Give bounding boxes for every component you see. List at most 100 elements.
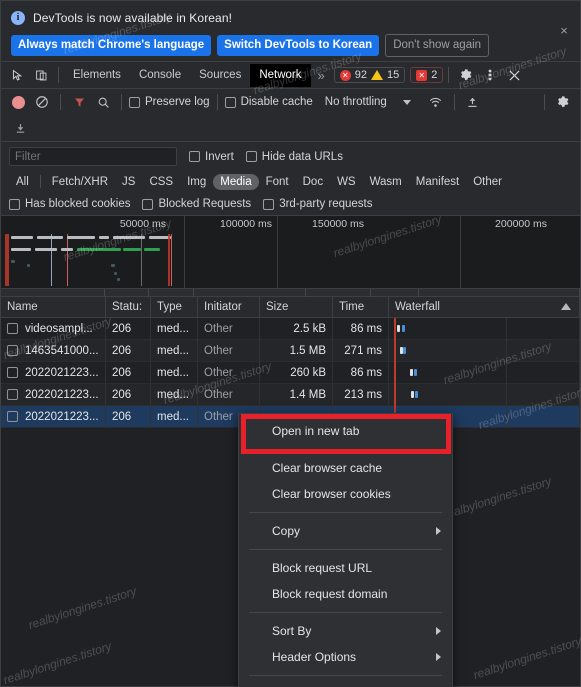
- filter-type-all[interactable]: All: [9, 174, 36, 190]
- cell-time: 271 ms: [333, 339, 389, 362]
- inspect-element-icon[interactable]: [5, 64, 29, 86]
- table-row[interactable]: videosampl... 206 med... Other 2.5 kB 86…: [1, 317, 580, 340]
- tab-elements[interactable]: Elements: [64, 64, 130, 87]
- tab-network[interactable]: Network: [250, 63, 311, 87]
- request-name: 1463541000...: [25, 344, 99, 357]
- column-header-time[interactable]: Time: [333, 296, 389, 318]
- menu-item-copy[interactable]: Copy: [239, 518, 452, 544]
- filter-type-js[interactable]: JS: [115, 174, 142, 190]
- cell-size: 260 kB: [260, 361, 333, 384]
- has-blocked-cookies-checkbox[interactable]: Has blocked cookies: [9, 198, 130, 210]
- checkbox-box: [263, 198, 275, 210]
- chevron-right-icon: [436, 527, 441, 535]
- menu-item-clear-browser-cache[interactable]: Clear browser cache: [239, 455, 452, 481]
- filter-type-img[interactable]: Img: [180, 174, 213, 190]
- network-settings-gear-icon[interactable]: [552, 92, 574, 112]
- menu-item-block-request-domain[interactable]: Block request domain: [239, 581, 452, 607]
- filter-type-fetch-xhr[interactable]: Fetch/XHR: [45, 174, 115, 190]
- close-devtools-icon[interactable]: [502, 64, 526, 86]
- checkbox-box: [129, 96, 140, 108]
- import-har-icon[interactable]: [462, 92, 484, 112]
- column-header-name[interactable]: Name: [1, 296, 106, 318]
- hide-data-urls-checkbox[interactable]: Hide data URLs: [245, 151, 343, 163]
- chevron-down-icon[interactable]: [402, 99, 411, 105]
- overview-scrollbar[interactable]: [1, 288, 580, 297]
- record-button[interactable]: [7, 92, 29, 112]
- blocked-requests-label: Blocked Requests: [158, 198, 252, 210]
- menu-item-open-in-new-tab[interactable]: Open in new tab: [239, 418, 452, 444]
- infobar-message-row: i DevTools is now available in Korean!: [11, 8, 570, 28]
- filter-funnel-icon[interactable]: [68, 92, 90, 112]
- filter-type-font[interactable]: Font: [259, 174, 296, 190]
- column-header-waterfall[interactable]: Waterfall: [389, 296, 580, 318]
- third-party-requests-checkbox[interactable]: 3rd-party requests: [263, 198, 373, 210]
- row-checkbox[interactable]: [7, 323, 18, 334]
- request-name: 2022021223...: [25, 388, 99, 401]
- menu-item-header-options[interactable]: Header Options: [239, 644, 452, 670]
- more-options-icon[interactable]: [478, 64, 502, 86]
- disable-cache-checkbox[interactable]: Disable cache: [224, 96, 313, 108]
- row-checkbox[interactable]: [7, 367, 18, 378]
- row-checkbox[interactable]: [7, 411, 18, 422]
- invert-label: Invert: [205, 150, 234, 163]
- console-counters[interactable]: ✕ 92 15: [333, 67, 406, 83]
- gear-icon[interactable]: [454, 64, 478, 86]
- checkbox-box: [9, 198, 20, 210]
- infobar-message: DevTools is now available in Korean!: [33, 11, 233, 25]
- menu-item-block-request-url[interactable]: Block request URL: [239, 555, 452, 581]
- column-header-status[interactable]: Statu:: [106, 296, 151, 318]
- network-toolbar-secondary: [1, 115, 580, 141]
- filter-type-css[interactable]: CSS: [142, 174, 180, 190]
- column-header-initiator[interactable]: Initiator: [198, 296, 260, 318]
- switch-devtools-language-button[interactable]: Switch DevTools to Korean: [217, 35, 380, 56]
- checkbox-box: [224, 96, 236, 108]
- toolbar-divider-7: [544, 94, 545, 110]
- throttling-select[interactable]: No throttling: [325, 96, 387, 108]
- filter-type-media[interactable]: Media: [213, 173, 259, 190]
- table-row[interactable]: 2022021223... 206 med... Other 260 kB 86…: [1, 361, 580, 384]
- export-har-icon[interactable]: [9, 118, 31, 138]
- filter-type-wasm[interactable]: Wasm: [363, 174, 409, 190]
- checkbox-box: [189, 151, 200, 162]
- menu-item-save-all-as-har[interactable]: Save all as HAR with content: [239, 681, 452, 687]
- overview-timeline[interactable]: 50000 ms 100000 ms 150000 ms 200000 ms: [1, 216, 580, 288]
- issues-counter[interactable]: ✕ 2: [410, 67, 444, 83]
- filter-type-doc[interactable]: Doc: [296, 174, 330, 190]
- row-checkbox[interactable]: [7, 389, 18, 400]
- filter-type-ws[interactable]: WS: [330, 174, 363, 190]
- menu-separator: [249, 512, 442, 513]
- cell-size: 1.4 MB: [260, 383, 333, 406]
- dont-show-again-button[interactable]: Don't show again: [385, 34, 490, 57]
- menu-item-sort-by[interactable]: Sort By: [239, 618, 452, 644]
- infobar-button-row: Always match Chrome's language Switch De…: [11, 34, 570, 57]
- more-tabs-icon[interactable]: »: [311, 66, 332, 85]
- search-icon[interactable]: [92, 92, 114, 112]
- invert-checkbox[interactable]: Invert: [189, 151, 234, 163]
- menu-item-clear-browser-cookies[interactable]: Clear browser cookies: [239, 481, 452, 507]
- column-header-type[interactable]: Type: [151, 296, 198, 318]
- network-requests-table: Name Statu: Type Initiator Size Time Wat…: [1, 296, 580, 428]
- table-row[interactable]: 2022021223... 206 med... Other 1.4 MB 21…: [1, 383, 580, 406]
- blocked-requests-checkbox[interactable]: Blocked Requests: [142, 198, 251, 210]
- network-overview: 50000 ms 100000 ms 150000 ms 200000 ms: [1, 215, 580, 297]
- close-icon[interactable]: ×: [556, 23, 572, 39]
- column-header-size[interactable]: Size: [260, 296, 333, 318]
- watermark-text: realbylongines.tistory: [1, 638, 114, 687]
- network-conditions-icon[interactable]: [425, 92, 447, 112]
- device-toolbar-icon[interactable]: [29, 64, 53, 86]
- filter-input[interactable]: [9, 147, 177, 166]
- tab-console[interactable]: Console: [130, 64, 190, 87]
- clear-icon[interactable]: [31, 92, 53, 112]
- preserve-log-checkbox[interactable]: Preserve log: [129, 96, 210, 108]
- tab-sources[interactable]: Sources: [190, 64, 250, 87]
- row-checkbox[interactable]: [7, 345, 18, 356]
- overview-tick-50000: 50000 ms: [119, 218, 166, 230]
- cell-initiator: Other: [198, 383, 260, 406]
- menu-separator: [249, 612, 442, 613]
- filter-type-manifest[interactable]: Manifest: [409, 174, 466, 190]
- info-icon: i: [11, 11, 25, 25]
- always-match-language-button[interactable]: Always match Chrome's language: [11, 35, 212, 56]
- table-row[interactable]: 1463541000... 206 med... Other 1.5 MB 27…: [1, 339, 580, 362]
- cell-waterfall: [389, 361, 580, 384]
- filter-type-other[interactable]: Other: [466, 174, 509, 190]
